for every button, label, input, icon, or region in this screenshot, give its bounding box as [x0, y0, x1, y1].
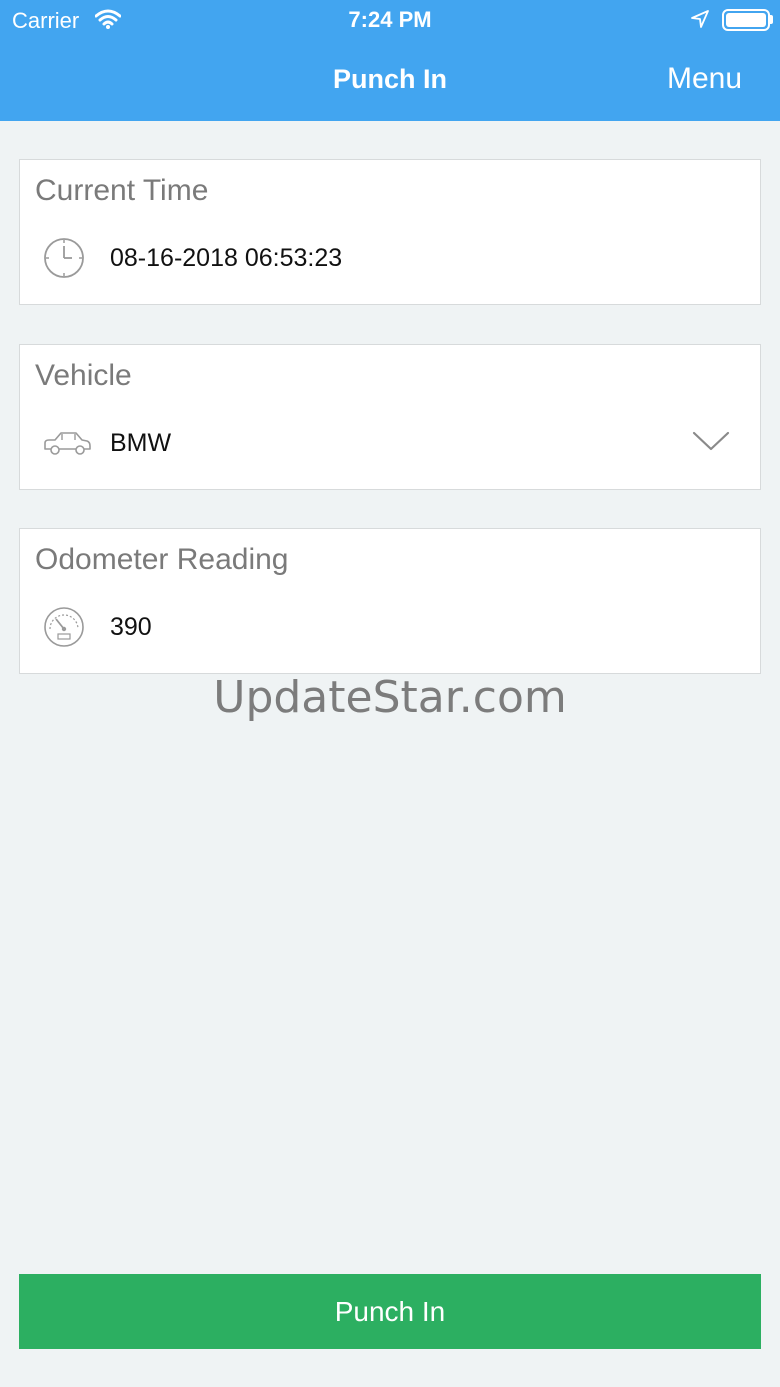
clock-icon [42, 236, 88, 282]
location-arrow-icon [690, 9, 710, 34]
navigation-bar: Punch In Menu [0, 40, 780, 121]
current-time-value: 08-16-2018 06:53:23 [110, 244, 343, 272]
status-time: 7:24 PM [348, 7, 432, 32]
battery-nub [770, 15, 773, 24]
odometer-label: Odometer Reading [35, 543, 289, 576]
status-bar: Carrier 7:24 PM [0, 0, 780, 40]
battery-icon [722, 9, 770, 31]
current-time-card: Current Time 08-16-2018 06:53:23 [19, 159, 761, 305]
odometer-card[interactable]: Odometer Reading 390 [19, 528, 761, 674]
page-title: Punch In [333, 64, 447, 94]
punch-in-button[interactable]: Punch In [19, 1274, 761, 1349]
vehicle-label: Vehicle [35, 359, 132, 392]
watermark: UpdateStar.com [213, 672, 567, 723]
vehicle-value: BMW [110, 429, 172, 457]
current-time-label: Current Time [35, 174, 209, 207]
car-icon [42, 421, 91, 467]
odometer-value[interactable]: 390 [110, 613, 152, 642]
speedometer-icon [42, 605, 88, 651]
menu-button[interactable]: Menu [667, 62, 742, 96]
vehicle-selector[interactable]: Vehicle BMW [19, 344, 761, 490]
chevron-down-icon[interactable] [692, 429, 730, 458]
